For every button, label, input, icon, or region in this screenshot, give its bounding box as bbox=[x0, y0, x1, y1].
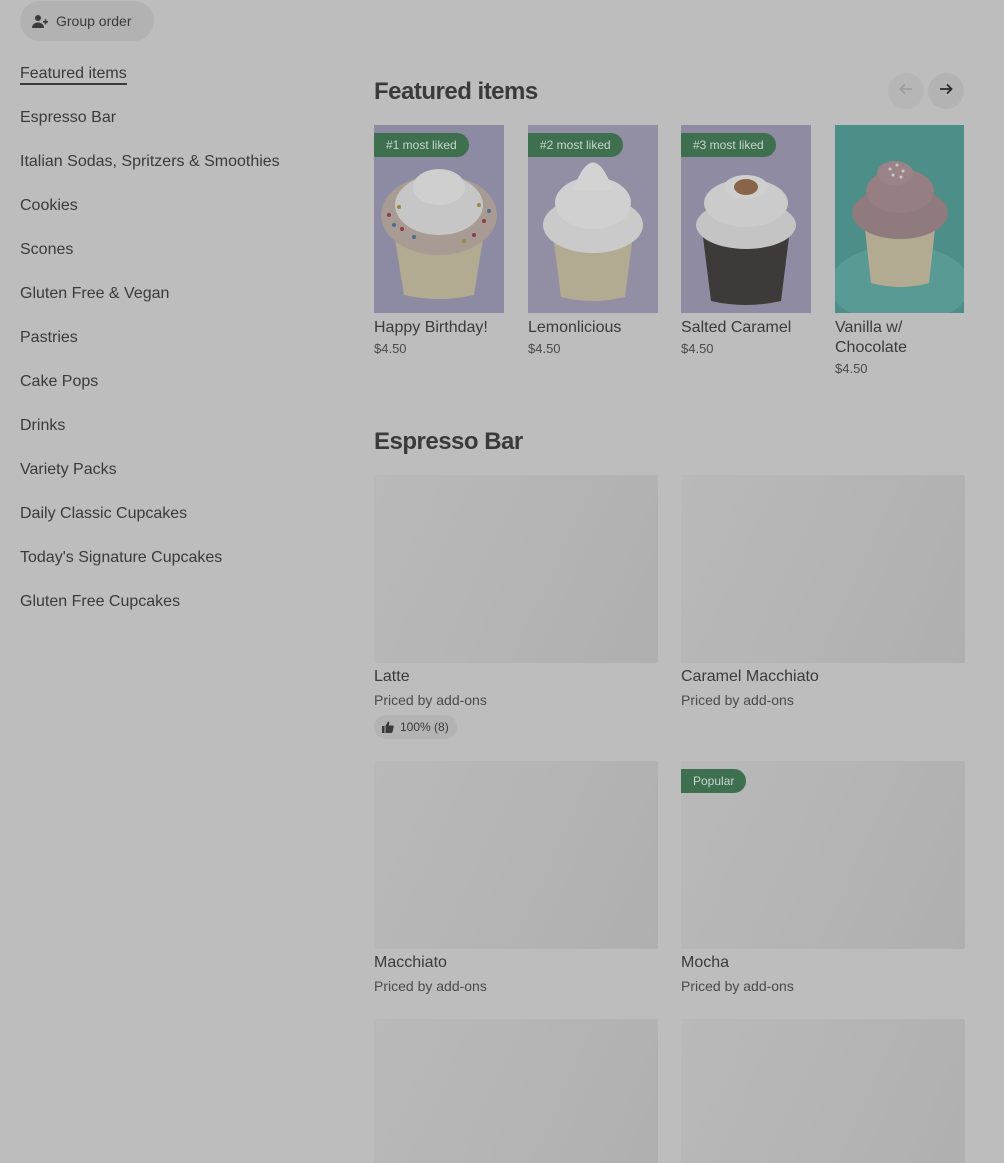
add-person-icon bbox=[32, 13, 48, 29]
product-name: Latte bbox=[374, 668, 410, 685]
featured-carousel: #1 most liked Happy Birthday! $4.50 #2 m… bbox=[374, 125, 964, 385]
menu-item-card[interactable] bbox=[681, 1019, 965, 1163]
category-sidebar: Featured items Espresso Bar Italian Soda… bbox=[20, 62, 340, 634]
product-price: $4.50 bbox=[681, 341, 714, 356]
rating-text: 100% (8) bbox=[400, 720, 449, 734]
product-name: Vanilla w/ Chocolate bbox=[835, 319, 908, 356]
product-price-note: Priced by add-ons bbox=[374, 978, 487, 994]
carousel-next-button[interactable] bbox=[928, 73, 964, 109]
sidebar-item-espresso-bar[interactable]: Espresso Bar bbox=[20, 106, 340, 150]
featured-card[interactable]: Vanilla w/ Chocolate $4.50 bbox=[835, 125, 964, 376]
product-name: Salted Caramel bbox=[681, 319, 792, 336]
sidebar-item-daily-classic-cupcakes[interactable]: Daily Classic Cupcakes bbox=[20, 502, 340, 546]
product-price-note: Priced by add-ons bbox=[681, 978, 794, 994]
popular-badge: Popular bbox=[681, 769, 747, 793]
sidebar-item-italian-sodas[interactable]: Italian Sodas, Spritzers & Smoothies bbox=[20, 150, 340, 194]
menu-item-card[interactable]: Macchiato Priced by add-ons bbox=[374, 761, 658, 994]
most-liked-badge: #2 most liked bbox=[528, 133, 623, 157]
product-image bbox=[374, 1019, 658, 1163]
sidebar-item-gluten-free-cupcakes[interactable]: Gluten Free Cupcakes bbox=[20, 590, 340, 634]
sidebar-item-pastries[interactable]: Pastries bbox=[20, 326, 340, 370]
product-name: Happy Birthday! bbox=[374, 319, 488, 336]
product-image bbox=[835, 125, 964, 313]
sidebar-item-cake-pops[interactable]: Cake Pops bbox=[20, 370, 340, 414]
product-price: $4.50 bbox=[374, 341, 407, 356]
sidebar-item-scones[interactable]: Scones bbox=[20, 238, 340, 282]
product-name: Mocha bbox=[681, 954, 730, 971]
group-order-label: Group order bbox=[56, 13, 132, 29]
most-liked-badge: #3 most liked bbox=[681, 133, 776, 157]
arrow-left-icon bbox=[898, 81, 914, 102]
sidebar-item-drinks[interactable]: Drinks bbox=[20, 414, 340, 458]
sidebar-item-featured-items[interactable]: Featured items bbox=[20, 62, 340, 106]
featured-card[interactable]: #1 most liked Happy Birthday! $4.50 bbox=[374, 125, 504, 356]
product-image bbox=[681, 475, 965, 663]
sidebar-item-todays-signature-cupcakes[interactable]: Today's Signature Cupcakes bbox=[20, 546, 340, 590]
carousel-nav bbox=[888, 73, 964, 109]
menu-item-card[interactable]: Latte Priced by add-ons 100% (8) bbox=[374, 475, 658, 739]
arrow-right-icon bbox=[938, 81, 954, 102]
product-price-note: Priced by add-ons bbox=[681, 692, 794, 708]
carousel-prev-button[interactable] bbox=[888, 73, 924, 109]
featured-items-title: Featured items bbox=[374, 78, 538, 105]
product-image: Popular bbox=[681, 761, 965, 949]
menu-item-card[interactable]: Caramel Macchiato Priced by add-ons bbox=[681, 475, 965, 708]
product-image bbox=[681, 1019, 965, 1163]
featured-card[interactable]: #3 most liked Salted Caramel $4.50 bbox=[681, 125, 811, 356]
menu-item-card[interactable]: Popular Mocha Priced by add-ons bbox=[681, 761, 965, 994]
product-image bbox=[374, 761, 658, 949]
product-image bbox=[374, 475, 658, 663]
product-price-note: Priced by add-ons bbox=[374, 692, 487, 708]
thumbs-up-icon bbox=[382, 721, 394, 733]
product-price: $4.50 bbox=[835, 361, 868, 376]
group-order-button[interactable]: Group order bbox=[20, 1, 154, 41]
featured-card[interactable]: #2 most liked Lemonlicious $4.50 bbox=[528, 125, 658, 356]
product-price: $4.50 bbox=[528, 341, 561, 356]
rating-badge: 100% (8) bbox=[374, 715, 457, 739]
most-liked-badge: #1 most liked bbox=[374, 133, 469, 157]
espresso-bar-title: Espresso Bar bbox=[374, 428, 523, 455]
product-name: Lemonlicious bbox=[528, 319, 622, 336]
sidebar-item-variety-packs[interactable]: Variety Packs bbox=[20, 458, 340, 502]
product-name: Macchiato bbox=[374, 954, 447, 971]
sidebar-item-gluten-free-vegan[interactable]: Gluten Free & Vegan bbox=[20, 282, 340, 326]
menu-item-card[interactable] bbox=[374, 1019, 658, 1163]
product-name: Caramel Macchiato bbox=[681, 668, 819, 685]
sidebar-item-cookies[interactable]: Cookies bbox=[20, 194, 340, 238]
